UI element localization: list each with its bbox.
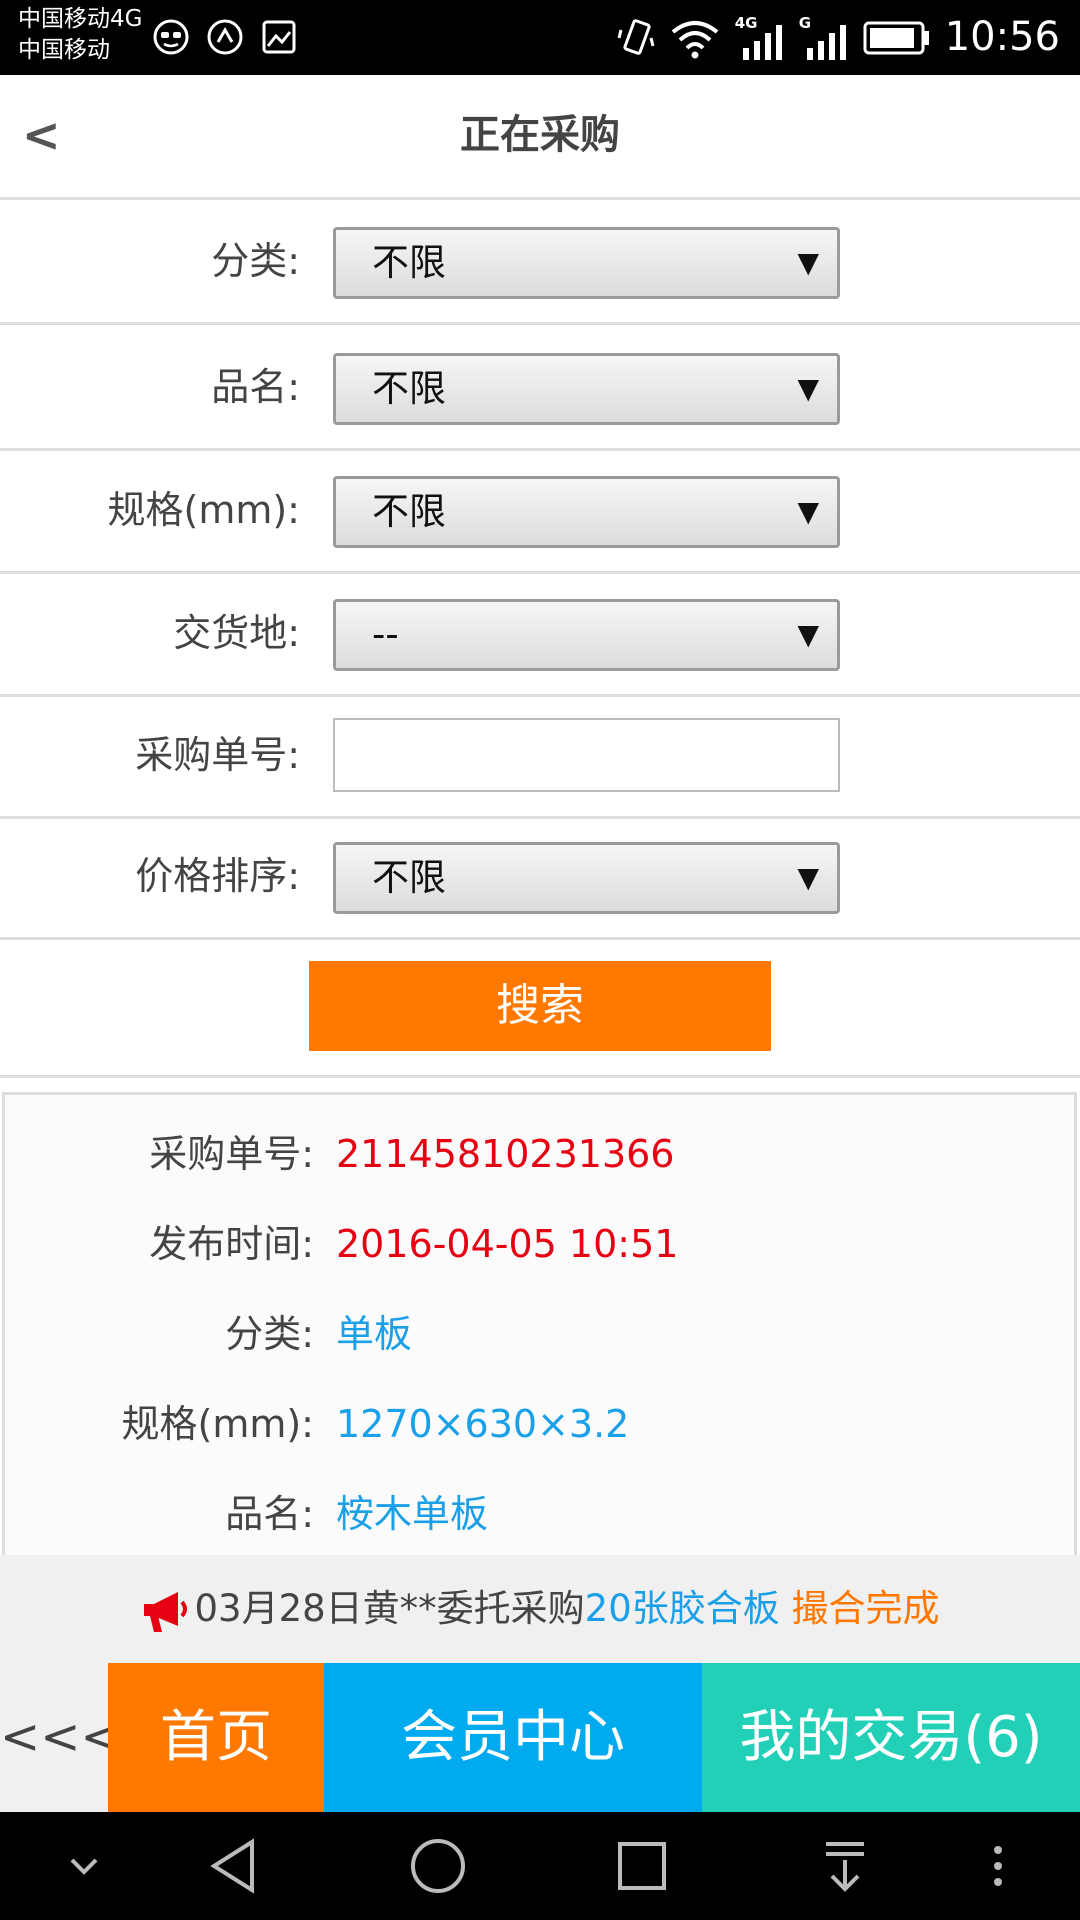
order-number-label: 采购单号: [135,733,300,777]
vibrate-icon [617,18,655,55]
result-category-label: 分类: [225,1312,314,1356]
page-title: 正在采购 [460,112,620,158]
spec-select[interactable]: 不限 ▼ [333,476,840,548]
status-right: 4G G 10:56 [617,10,1060,65]
result-product-name-value: 桉木单板 [336,1492,489,1536]
delivery-place-select-value: -- [372,613,399,656]
filter-row-category: 分类: 不限 ▼ [0,200,1080,325]
notice-ticker[interactable]: 03月28日黄**委托采购20张胶合板 撮合完成 [0,1555,1080,1663]
price-sort-label: 价格排序: [135,854,300,898]
product-name-label: 品名: [211,365,300,409]
product-name-select[interactable]: 不限 ▼ [333,353,840,425]
filter-row-spec: 规格(mm): 不限 ▼ [0,449,1080,574]
result-spec-label: 规格(mm): [121,1402,315,1446]
nav-back-button[interactable]: <<< [0,1663,121,1812]
chevron-down-icon[interactable] [64,1836,104,1896]
result-row-publish-time: 发布时间: 2016-04-05 10:51 [5,1199,1074,1289]
glasses-face-icon [153,19,189,55]
result-row-order-number: 采购单号: 21145810231366 [5,1109,1074,1199]
filter-row-order-number: 采购单号: [0,694,1080,819]
dropdown-arrow-icon: ▼ [797,618,819,651]
result-row-category: 分类: 单板 [5,1289,1074,1379]
result-publish-time-value: 2016-04-05 10:51 [336,1222,679,1266]
result-publish-time-label: 发布时间: [149,1222,314,1266]
notice-prefix: 03月28日黄**委托采购 [194,1587,585,1630]
dropdown-arrow-icon: ▼ [797,861,819,894]
search-button[interactable]: 搜索 [309,961,771,1051]
category-select[interactable]: 不限 ▼ [333,227,840,299]
signal-bars-icon [806,24,846,60]
signal-bars-icon [742,24,782,60]
nav-home-button[interactable]: 首页 [108,1663,324,1812]
result-row-spec: 规格(mm): 1270×630×3.2 [5,1379,1074,1469]
result-product-name-label: 品名: [225,1492,314,1536]
delivery-place-select[interactable]: -- ▼ [333,599,840,671]
nav-member-center-button[interactable]: 会员中心 [324,1663,702,1812]
carrier-line-2: 中国移动 [18,37,110,63]
search-area: 搜索 [0,937,1080,1078]
nav-my-trades-button[interactable]: 我的交易(6) [702,1663,1080,1812]
result-order-number-value: 21145810231366 [336,1132,675,1176]
signal-4g: 4G [735,14,785,60]
carrier-info: 中国移动4G 中国移动 [18,4,142,66]
notice-status: 撮合完成 [791,1587,940,1630]
recent-apps-square-icon[interactable] [614,1836,670,1896]
category-select-value: 不限 [372,241,446,284]
filter-row-product-name: 品名: 不限 ▼ [0,326,1080,451]
result-order-number-label: 采购单号: [149,1132,314,1176]
filter-row-delivery-place: 交货地: -- ▼ [0,572,1080,697]
system-nav-bar [0,1812,1080,1920]
category-label: 分类: [211,239,300,283]
back-triangle-icon[interactable] [206,1836,262,1896]
dropdown-arrow-icon: ▼ [797,246,819,279]
result-spec-value: 1270×630×3.2 [336,1402,630,1446]
spec-label: 规格(mm): [107,488,301,532]
wifi-icon [671,20,718,58]
status-bar: 中国移动4G 中国移动 4G G 10:56 [0,0,1080,75]
result-row-product-name: 品名: 桉木单板 [5,1469,1074,1559]
price-sort-select-value: 不限 [372,856,446,899]
app-header: < 正在采购 [0,75,1080,200]
page: 中国移动4G 中国移动 4G G 10:56 < 正在采购 分类: 不限 ▼ 品… [0,0,1080,1920]
dropdown-arrow-icon: ▼ [797,495,819,528]
security-app-icon [207,19,243,55]
order-number-input[interactable] [333,718,840,792]
megaphone-icon [144,1591,188,1632]
carrier-line-1: 中国移动4G [18,6,143,32]
more-vertical-icon[interactable] [986,1836,1010,1896]
gallery-icon [262,20,296,54]
product-name-select-value: 不限 [372,367,446,410]
notification-pull-down-icon[interactable] [822,1836,868,1896]
home-circle-icon[interactable] [408,1836,468,1896]
notice-item: 20张胶合板 [584,1587,780,1630]
clock: 10:56 [944,14,1060,60]
signal-g: G [799,14,849,60]
spec-select-value: 不限 [372,490,446,533]
delivery-place-label: 交货地: [173,611,300,655]
dropdown-arrow-icon: ▼ [797,372,819,405]
filter-row-price-sort: 价格排序: 不限 ▼ [0,815,1080,940]
bottom-nav: <<< 首页 会员中心 我的交易(6) [0,1663,1080,1812]
battery-icon [863,21,929,54]
result-category-value: 单板 [336,1312,413,1356]
price-sort-select[interactable]: 不限 ▼ [333,842,840,914]
purchase-result-card[interactable]: 采购单号: 21145810231366 发布时间: 2016-04-05 10… [2,1092,1077,1562]
